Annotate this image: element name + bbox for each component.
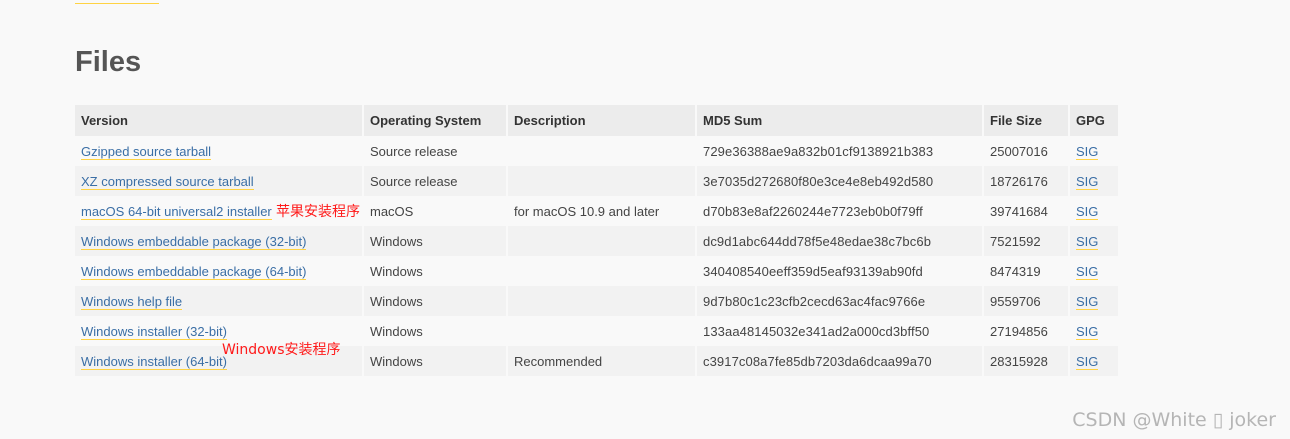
md5-cell: c3917c08a7fe85db7203da6dcaa99a70 [696,346,984,376]
version-cell: Windows embeddable package (32-bit) [75,226,364,256]
md5-cell: 133aa48145032e341ad2a000cd3bff50 [696,316,984,346]
version-link[interactable]: macOS 64-bit universal2 installer [81,203,272,220]
version-link[interactable]: Gzipped source tarball [81,143,212,160]
size-cell: 25007016 [983,136,1070,166]
os-cell: Windows [363,316,508,346]
version-cell: Windows help file [75,286,364,316]
md5-cell: 3e7035d272680f80e3ce4e8eb492d580 [696,166,984,196]
description-cell [507,256,697,286]
os-cell: Windows [363,286,508,316]
sig-link[interactable]: SIG [1076,353,1099,370]
header-description: Description [507,105,697,136]
annotation-mac-installer: 苹果安装程序 [276,204,360,220]
version-cell: Gzipped source tarball [75,136,364,166]
page: Files Version Operating System Descripti… [0,0,1290,439]
table-row: XZ compressed source tarball Source rele… [75,166,1120,196]
sig-link[interactable]: SIG [1076,203,1099,220]
gpg-cell: SIG [1069,136,1120,166]
header-md5-sum: MD5 Sum [696,105,984,136]
gpg-cell: SIG [1069,166,1120,196]
sig-link[interactable]: SIG [1076,263,1099,280]
annotation-windows-installer: Windows安装程序 [222,342,341,358]
top-link-stub[interactable] [75,0,159,4]
header-file-size: File Size [983,105,1070,136]
section-title: Files [75,46,142,78]
sig-link[interactable]: SIG [1076,143,1099,160]
header-version: Version [75,105,364,136]
size-cell: 28315928 [983,346,1070,376]
table-row: macOS 64-bit universal2 installer macOS … [75,196,1120,226]
watermark: CSDN @White ▯ joker [1072,409,1276,431]
size-cell: 18726176 [983,166,1070,196]
version-link[interactable]: Windows installer (64-bit) [81,353,227,370]
header-operating-system: Operating System [363,105,508,136]
size-cell: 27194856 [983,316,1070,346]
size-cell: 7521592 [983,226,1070,256]
description-cell [507,136,697,166]
size-cell: 9559706 [983,286,1070,316]
gpg-cell: SIG [1069,196,1120,226]
version-link[interactable]: Windows embeddable package (64-bit) [81,263,307,280]
os-cell: Windows [363,256,508,286]
table-row: Windows embeddable package (64-bit) Wind… [75,256,1120,286]
sig-link[interactable]: SIG [1076,233,1099,250]
files-table: Version Operating System Description MD5… [75,105,1120,376]
version-link[interactable]: XZ compressed source tarball [81,173,254,190]
sig-link[interactable]: SIG [1076,293,1099,310]
sig-link[interactable]: SIG [1076,323,1099,340]
description-cell [507,166,697,196]
gpg-cell: SIG [1069,226,1120,256]
version-cell: XZ compressed source tarball [75,166,364,196]
md5-cell: 340408540eeff359d5eaf93139ab90fd [696,256,984,286]
version-link[interactable]: Windows installer (32-bit) [81,323,227,340]
version-link[interactable]: Windows help file [81,293,183,310]
os-cell: Source release [363,166,508,196]
os-cell: macOS [363,196,508,226]
os-cell: Source release [363,136,508,166]
table-row: Windows embeddable package (32-bit) Wind… [75,226,1120,256]
version-link[interactable]: Windows embeddable package (32-bit) [81,233,307,250]
table-row: Gzipped source tarball Source release 72… [75,136,1120,166]
description-cell [507,316,697,346]
gpg-cell: SIG [1069,256,1120,286]
description-cell [507,226,697,256]
version-cell: Windows embeddable package (64-bit) [75,256,364,286]
md5-cell: dc9d1abc644dd78f5e48edae38c7bc6b [696,226,984,256]
md5-cell: 9d7b80c1c23cfb2cecd63ac4fac9766e [696,286,984,316]
sig-link[interactable]: SIG [1076,173,1099,190]
description-cell: for macOS 10.9 and later [507,196,697,226]
size-cell: 39741684 [983,196,1070,226]
table-header-row: Version Operating System Description MD5… [75,105,1120,136]
os-cell: Windows [363,346,508,376]
description-cell [507,286,697,316]
header-gpg: GPG [1069,105,1120,136]
size-cell: 8474319 [983,256,1070,286]
gpg-cell: SIG [1069,316,1120,346]
table-row: Windows help file Windows 9d7b80c1c23cfb… [75,286,1120,316]
os-cell: Windows [363,226,508,256]
md5-cell: 729e36388ae9a832b01cf9138921b383 [696,136,984,166]
gpg-cell: SIG [1069,346,1120,376]
gpg-cell: SIG [1069,286,1120,316]
md5-cell: d70b83e8af2260244e7723eb0b0f79ff [696,196,984,226]
description-cell: Recommended [507,346,697,376]
